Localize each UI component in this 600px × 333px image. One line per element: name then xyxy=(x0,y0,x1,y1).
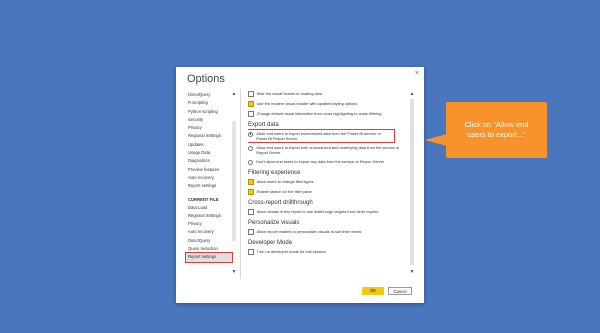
sidebar-item-usage-data[interactable]: Usage Data xyxy=(184,149,238,157)
option-row[interactable]: Use the modern visual header with update… xyxy=(248,101,406,107)
scroll-down-icon[interactable]: ▼ xyxy=(231,269,237,275)
radio-button[interactable] xyxy=(248,131,254,137)
export-option-row[interactable]: Allow end users to export both summarize… xyxy=(248,145,406,155)
option-row[interactable]: Allow report readers to personalize visu… xyxy=(248,229,406,235)
scroll-down-icon[interactable]: ▼ xyxy=(409,269,415,275)
current-file-options-list: Data Load Regional Settings Privacy Auto re… xyxy=(184,204,238,263)
developer-options: Turn on developer mode for this session xyxy=(248,249,406,255)
sidebar-scroll-thumb[interactable] xyxy=(232,121,236,241)
checkbox[interactable] xyxy=(248,249,254,255)
option-row[interactable]: Turn on developer mode for this session xyxy=(248,249,406,255)
radio-button[interactable] xyxy=(248,145,254,151)
sidebar-item-preview-features[interactable]: Preview features xyxy=(184,166,238,174)
option-label: Use the modern visual header with update… xyxy=(256,100,358,106)
option-row[interactable]: Allow users to change filter types xyxy=(248,179,406,185)
sidebar-item-report-settings[interactable]: Report settings xyxy=(184,182,238,190)
dialog-title: Options xyxy=(187,73,225,85)
content-scroll-thumb[interactable] xyxy=(410,99,414,265)
developer-mode-heading: Developer Mode xyxy=(248,239,293,246)
instruction-callout: Click on "Allow end users to export..." xyxy=(425,102,547,158)
checkbox[interactable] xyxy=(248,189,254,195)
content-scrollbar[interactable]: ▲ ▼ xyxy=(409,91,415,275)
drillthrough-heading: Cross-report drillthrough xyxy=(248,199,313,206)
option-label: Change default visual interaction from c… xyxy=(256,110,382,116)
sidebar-scrollbar[interactable]: ▲ ▼ xyxy=(231,91,237,275)
sidebar-item-directquery[interactable]: DirectQuery xyxy=(184,237,238,245)
pane-divider xyxy=(240,89,241,279)
callout-text: Click on "Allow end users to export..." xyxy=(446,102,547,158)
sidebar-item-python-scripting[interactable]: Python scripting xyxy=(184,108,238,116)
close-icon[interactable]: × xyxy=(415,70,419,77)
visual-header-options: Hide the visual header in reading view Us… xyxy=(248,91,406,117)
option-label: Allow end users to export both summarize… xyxy=(256,144,400,155)
sidebar-item-diagnostics[interactable]: Diagnostics xyxy=(184,157,238,165)
export-option-row[interactable]: Don't allow end users to export any data… xyxy=(248,159,406,165)
filtering-experience-heading: Filtering experience xyxy=(248,169,301,176)
drillthrough-options: Allow visuals in this report to use dril… xyxy=(248,209,406,215)
option-label: Allow visuals in this report to use dril… xyxy=(256,208,379,214)
current-file-heading: CURRENT FILE xyxy=(188,196,219,202)
sidebar-item-data-load[interactable]: Data Load xyxy=(184,204,238,212)
sidebar-item-privacy[interactable]: Privacy xyxy=(184,124,238,132)
sidebar-item-regional-settings[interactable]: Regional Settings xyxy=(184,132,238,140)
sidebar-item-query-reduction[interactable]: Query reduction xyxy=(184,245,238,253)
checkbox[interactable] xyxy=(248,101,254,107)
report-settings-pane: Hide the visual header in reading view Us… xyxy=(248,91,406,279)
checkbox[interactable] xyxy=(248,111,254,117)
options-dialog: Options × DirectQuery R scripting Python s… xyxy=(176,67,424,303)
radio-button[interactable] xyxy=(248,159,254,165)
options-sidebar: DirectQuery R scripting Python scripting Se… xyxy=(184,91,238,279)
sidebar-item-updates[interactable]: Updates xyxy=(184,141,238,149)
ok-button[interactable]: OK xyxy=(362,287,384,295)
option-label: Don't allow end users to export any data… xyxy=(256,158,385,164)
sidebar-item-regional-settings[interactable]: Regional Settings xyxy=(184,212,238,220)
sidebar-item-report-settings[interactable]: Report settings xyxy=(185,252,233,263)
checkbox[interactable] xyxy=(248,209,254,215)
option-row[interactable]: Hide the visual header in reading view xyxy=(248,91,406,97)
scroll-up-icon[interactable]: ▲ xyxy=(409,91,415,97)
sidebar-item-r-scripting[interactable]: R scripting xyxy=(184,99,238,107)
option-row[interactable]: Allow visuals in this report to use dril… xyxy=(248,209,406,215)
personalize-visuals-heading: Personalize visuals xyxy=(248,219,300,226)
export-data-options: Allow end users to export summarized dat… xyxy=(248,128,406,165)
sidebar-item-privacy[interactable]: Privacy xyxy=(184,220,238,228)
sidebar-item-auto-recovery[interactable]: Auto recovery xyxy=(184,228,238,236)
filtering-options: Allow users to change filter types Enable… xyxy=(248,179,406,195)
sidebar-item-security[interactable]: Security xyxy=(184,116,238,124)
export-option-row[interactable]: Allow end users to export summarized dat… xyxy=(248,128,395,143)
checkbox[interactable] xyxy=(248,179,254,185)
option-row[interactable]: Change default visual interaction from c… xyxy=(248,111,406,117)
cancel-button[interactable]: Cancel xyxy=(388,287,412,295)
option-label: Allow users to change filter types xyxy=(256,178,314,184)
scroll-up-icon[interactable]: ▲ xyxy=(231,91,237,97)
sidebar-item-directquery[interactable]: DirectQuery xyxy=(184,91,238,99)
checkbox[interactable] xyxy=(248,91,254,97)
option-label: Enable search for the filter pane xyxy=(256,188,312,194)
option-label: Allow report readers to personalize visu… xyxy=(256,228,362,234)
checkbox[interactable] xyxy=(248,229,254,235)
export-data-heading: Export data xyxy=(248,121,279,128)
personalize-options: Allow report readers to personalize visu… xyxy=(248,229,406,235)
global-options-list: DirectQuery R scripting Python scripting Se… xyxy=(184,91,238,191)
callout-pointer xyxy=(425,134,447,146)
option-label: Allow end users to export summarized dat… xyxy=(256,130,381,141)
option-label: Hide the visual header in reading view xyxy=(256,91,323,96)
option-row[interactable]: Enable search for the filter pane xyxy=(248,189,406,195)
sidebar-item-auto-recovery[interactable]: Auto recovery xyxy=(184,174,238,182)
option-label: Turn on developer mode for this session xyxy=(256,248,326,254)
